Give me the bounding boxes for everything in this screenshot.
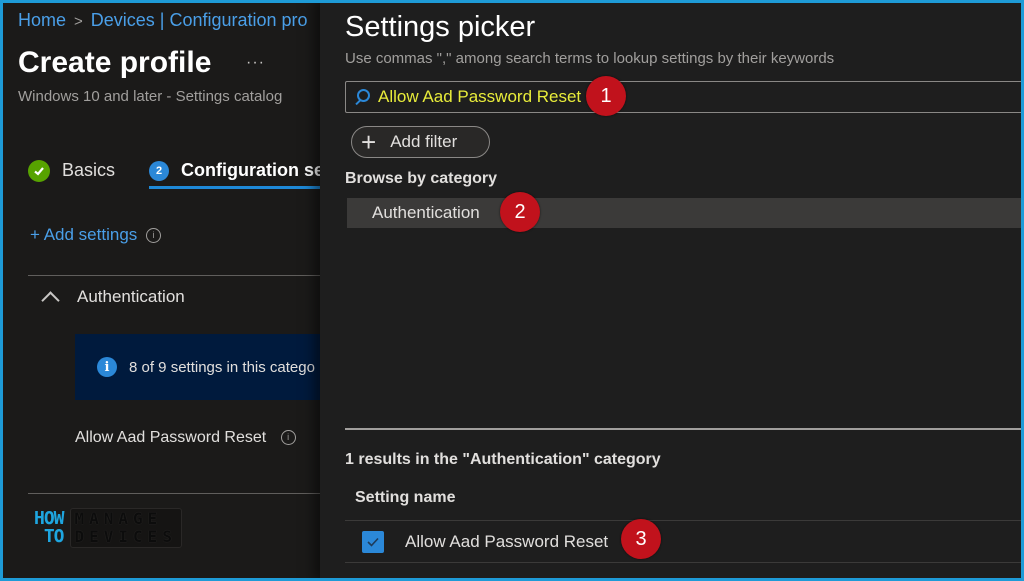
info-banner: i 8 of 9 settings in this catego [75,334,320,400]
divider [345,428,1024,430]
page-subtitle: Windows 10 and later - Settings catalog [18,88,283,105]
setting-name: Allow Aad Password Reset [75,429,267,446]
step-configuration-settings[interactable]: 2 Configuration se [149,160,320,189]
divider [345,562,1024,563]
category-item-authentication[interactable]: Authentication [347,198,1024,228]
logo-text: MANAGE [74,509,163,528]
breadcrumb-devices-configuration[interactable]: Devices | Configuration pro [91,10,308,30]
add-settings-link[interactable]: + Add settings i [30,225,162,245]
create-profile-panel: Home > Devices | Configuration pro Create … [0,0,320,581]
category-item-label: Authentication [372,203,480,222]
checkmark-icon [28,159,50,182]
search-input[interactable] [378,87,978,107]
plus-icon: + [361,127,377,157]
step-basics[interactable]: Basics [28,159,116,182]
breadcrumb: Home > Devices | Configuration pro [18,10,308,31]
chevron-up-icon [41,290,60,310]
search-box[interactable] [345,81,1024,113]
info-icon[interactable]: i [146,228,162,244]
step-marker-2: 2 [500,192,540,232]
logo-manage-devices: MANAGE DEVICES [69,508,182,548]
result-row[interactable]: Allow Aad Password Reset [345,521,1024,562]
checkbox-checked[interactable] [362,530,384,553]
settings-picker-panel: Settings picker Use commas "," among sea… [320,0,1024,581]
add-settings-label: + Add settings [30,225,138,244]
checkmark-icon [367,537,379,547]
breadcrumb-home[interactable]: Home [18,10,66,30]
add-filter-button[interactable]: + Add filter [351,126,490,158]
step-marker-1: 1 [586,76,626,116]
chevron-right-icon: > [74,13,83,30]
search-icon [354,89,370,105]
logo-text: DEVICES [74,527,177,546]
browse-by-category-label: Browse by category [345,170,498,187]
page-title: Create profile [18,46,212,79]
add-filter-label: Add filter [390,132,458,151]
logo-text: TO [43,526,65,547]
wizard-steps: Basics 2 Configuration se [28,156,320,189]
step-number-badge: 2 [149,160,170,181]
divider [28,275,320,276]
info-filled-icon: i [97,357,117,377]
category-name: Authentication [77,287,185,306]
column-header-setting-name[interactable]: Setting name [355,489,455,507]
more-options-icon[interactable]: ··· [246,54,265,72]
settings-picker-description: Use commas "," among search terms to loo… [345,50,835,67]
step-marker-3: 3 [621,519,661,559]
step-configuration-label: Configuration se [181,160,320,180]
divider [28,493,320,494]
logo-how-to: HOW TO [34,510,64,546]
category-header-authentication[interactable]: Authentication [41,287,185,310]
step-basics-label: Basics [62,160,116,180]
setting-item: Allow Aad Password Reset i [75,429,296,447]
info-banner-text: 8 of 9 settings in this catego [129,358,315,376]
results-count-label: 1 results in the "Authentication" catego… [345,451,661,468]
info-icon[interactable]: i [280,430,296,446]
settings-picker-title: Settings picker [345,11,536,43]
howtomanagedevices-logo: HOW TO MANAGE DEVICES [34,508,182,548]
result-setting-name: Allow Aad Password Reset [405,531,609,551]
